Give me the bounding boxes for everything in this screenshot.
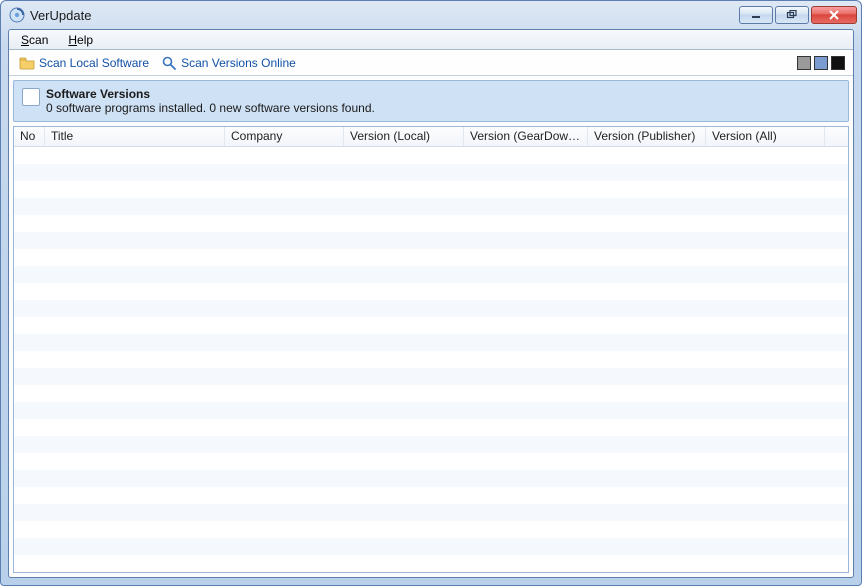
scan-online-button[interactable]: Scan Versions Online bbox=[155, 53, 302, 73]
grid-body bbox=[14, 147, 848, 572]
table-row bbox=[14, 538, 848, 555]
menubar: Scan Help bbox=[9, 30, 853, 50]
close-button[interactable] bbox=[811, 6, 857, 24]
col-header-tail bbox=[825, 127, 848, 146]
info-panel: Software Versions 0 software programs in… bbox=[13, 80, 849, 122]
window-thumb-icon bbox=[22, 88, 40, 106]
client-area: Scan Help Scan Local Software bbox=[8, 29, 854, 578]
table-row bbox=[14, 470, 848, 487]
scan-online-label: Scan Versions Online bbox=[181, 56, 296, 70]
table-row bbox=[14, 164, 848, 181]
col-header-version-publisher[interactable]: Version (Publisher) bbox=[588, 127, 706, 146]
theme-blue-swatch[interactable] bbox=[814, 56, 828, 70]
minimize-button[interactable] bbox=[739, 6, 773, 24]
table-row bbox=[14, 147, 848, 164]
table-row bbox=[14, 368, 848, 385]
toolbar: Scan Local Software Scan Versions Online bbox=[9, 50, 853, 76]
table-row bbox=[14, 249, 848, 266]
table-row bbox=[14, 334, 848, 351]
table-row bbox=[14, 266, 848, 283]
table-row bbox=[14, 351, 848, 368]
app-icon bbox=[9, 7, 25, 23]
table-row bbox=[14, 555, 848, 572]
window-title: VerUpdate bbox=[30, 8, 91, 23]
table-row bbox=[14, 283, 848, 300]
results-grid[interactable]: No Title Company Version (Local) Version… bbox=[13, 126, 849, 573]
app-window: VerUpdate Scan Help bbox=[0, 0, 862, 586]
table-row bbox=[14, 181, 848, 198]
table-row bbox=[14, 521, 848, 538]
table-row bbox=[14, 300, 848, 317]
table-row bbox=[14, 436, 848, 453]
col-header-no[interactable]: No bbox=[14, 127, 45, 146]
folder-icon bbox=[19, 55, 35, 71]
menu-help[interactable]: Help bbox=[58, 31, 103, 49]
table-row bbox=[14, 453, 848, 470]
table-row bbox=[14, 317, 848, 334]
table-row bbox=[14, 385, 848, 402]
col-header-version-local[interactable]: Version (Local) bbox=[344, 127, 464, 146]
info-heading: Software Versions bbox=[46, 87, 375, 101]
col-header-company[interactable]: Company bbox=[225, 127, 344, 146]
theme-gray-swatch[interactable] bbox=[797, 56, 811, 70]
col-header-version-geardownload[interactable]: Version (GearDownload) bbox=[464, 127, 588, 146]
titlebar[interactable]: VerUpdate bbox=[1, 1, 861, 29]
maximize-button[interactable] bbox=[775, 6, 809, 24]
search-icon bbox=[161, 55, 177, 71]
col-header-version-all[interactable]: Version (All) bbox=[706, 127, 825, 146]
table-row bbox=[14, 419, 848, 436]
table-row bbox=[14, 402, 848, 419]
col-header-title[interactable]: Title bbox=[45, 127, 225, 146]
scan-local-label: Scan Local Software bbox=[39, 56, 149, 70]
table-row bbox=[14, 487, 848, 504]
table-row bbox=[14, 504, 848, 521]
table-row bbox=[14, 215, 848, 232]
table-row bbox=[14, 198, 848, 215]
scan-local-button[interactable]: Scan Local Software bbox=[13, 53, 155, 73]
info-status: 0 software programs installed. 0 new sof… bbox=[46, 101, 375, 115]
theme-swatches bbox=[797, 56, 849, 70]
table-row bbox=[14, 232, 848, 249]
theme-black-swatch[interactable] bbox=[831, 56, 845, 70]
grid-header-row: No Title Company Version (Local) Version… bbox=[14, 127, 848, 147]
menu-scan[interactable]: Scan bbox=[11, 31, 58, 49]
